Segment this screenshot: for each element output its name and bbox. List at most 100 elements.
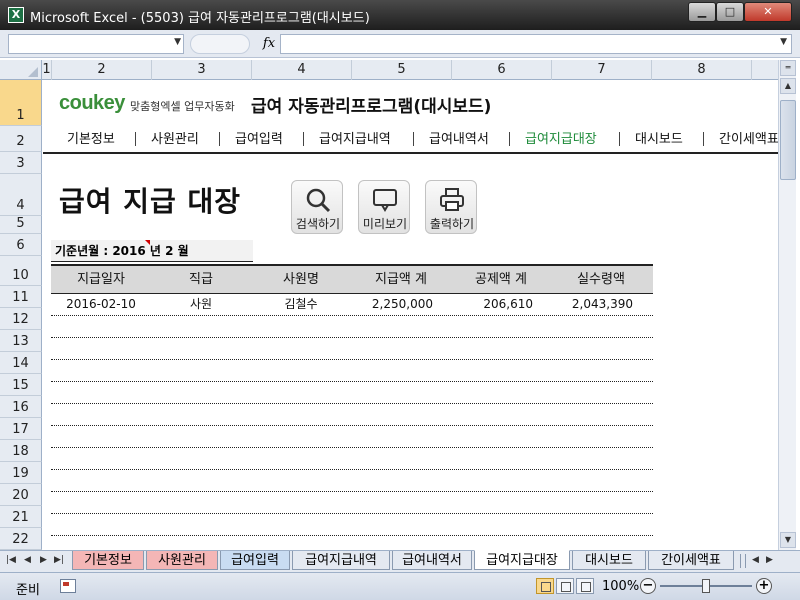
row-header[interactable]: 3 — [0, 152, 42, 174]
row-header[interactable]: 1 — [0, 80, 42, 126]
zoom-out-button[interactable]: − — [640, 578, 656, 594]
nav-item[interactable]: 급여내역서 — [429, 128, 489, 147]
row-header[interactable]: 13 — [0, 330, 42, 352]
minimize-button[interactable]: ▁ — [688, 2, 716, 22]
table-row[interactable] — [51, 470, 653, 492]
table-cell[interactable]: 사원 — [151, 294, 251, 315]
table-cell[interactable]: 2,043,390 — [551, 294, 633, 315]
hscroll-right-icon[interactable]: ▶ — [766, 555, 773, 565]
column-header[interactable]: 4 — [252, 60, 352, 80]
column-header[interactable]: 1 — [42, 60, 52, 80]
insert-function-button[interactable]: fx — [258, 34, 280, 54]
zoom-slider-thumb[interactable] — [702, 579, 710, 593]
macro-record-icon[interactable] — [60, 579, 76, 593]
table-row[interactable]: 2016-02-10 사원 김철수 2,250,000 206,610 2,043,390 — [51, 294, 653, 316]
table-row[interactable] — [51, 514, 653, 536]
table-cell[interactable]: 2,250,000 — [351, 294, 433, 315]
column-header[interactable]: 6 — [452, 60, 552, 80]
formula-bar-splitter[interactable] — [190, 34, 250, 54]
nav-item[interactable]: 급여지급내역 — [319, 128, 391, 147]
nav-item[interactable]: 급여입력 — [235, 128, 283, 147]
tab-split-handle[interactable] — [740, 554, 746, 568]
column-header[interactable]: 2 — [52, 60, 152, 80]
split-handle[interactable]: ═ — [780, 60, 796, 76]
nav-item[interactable]: 사원관리 — [151, 128, 199, 147]
table-cell[interactable]: 김철수 — [251, 294, 351, 315]
table-row[interactable] — [51, 360, 653, 382]
maximize-button[interactable]: □ — [716, 2, 744, 22]
vertical-scrollbar[interactable]: ═ ▲ ▼ — [778, 60, 796, 550]
row-header[interactable]: 15 — [0, 374, 42, 396]
excel-icon[interactable]: X — [8, 7, 24, 23]
worksheet[interactable]: coukey 맞춤형엑셀 업무자동화 급여 자동관리프로그램(대시보드) 기본정… — [43, 80, 778, 550]
hscroll-left-icon[interactable]: ◀ — [752, 555, 759, 565]
search-button-label: 검색하기 — [295, 217, 341, 231]
first-sheet-icon[interactable]: |◀ — [6, 555, 16, 565]
table-row[interactable] — [51, 404, 653, 426]
name-box[interactable]: ▼ — [8, 34, 184, 54]
table-row[interactable] — [51, 426, 653, 448]
row-header[interactable]: 20 — [0, 484, 42, 506]
row-header[interactable]: 2 — [0, 126, 42, 152]
page-break-view-button[interactable] — [576, 578, 594, 594]
zoom-level[interactable]: 100% — [602, 579, 639, 594]
nav-item[interactable]: 급여지급대장 — [525, 128, 597, 147]
zoom-in-button[interactable]: + — [756, 578, 772, 594]
table-row[interactable] — [51, 338, 653, 360]
table-cell[interactable]: 2016-02-10 — [51, 294, 151, 315]
column-header[interactable]: 5 — [352, 60, 452, 80]
row-header[interactable]: 18 — [0, 440, 42, 462]
sheet-tab[interactable]: 대시보드 — [572, 551, 646, 570]
row-header[interactable]: 10 — [0, 256, 42, 286]
preview-button[interactable]: 미리보기 — [358, 180, 410, 234]
row-header[interactable]: 22 — [0, 528, 42, 550]
normal-view-button[interactable] — [536, 578, 554, 594]
row-header[interactable]: 6 — [0, 234, 42, 256]
chevron-down-icon[interactable]: ▼ — [174, 37, 181, 47]
row-header[interactable]: 14 — [0, 352, 42, 374]
row-header[interactable]: 5 — [0, 216, 42, 234]
print-button[interactable]: 출력하기 — [425, 180, 477, 234]
scroll-up-icon[interactable]: ▲ — [780, 78, 796, 94]
comment-indicator[interactable] — [145, 240, 150, 245]
close-button[interactable]: ✕ — [744, 2, 792, 22]
row-header[interactable]: 11 — [0, 286, 42, 308]
next-sheet-icon[interactable]: ▶ — [40, 555, 47, 565]
select-all-icon — [28, 67, 38, 77]
column-header[interactable]: 8 — [652, 60, 752, 80]
sheet-tab[interactable]: 급여지급대장 — [474, 550, 570, 570]
sheet-tab[interactable]: 급여지급내역 — [292, 551, 390, 570]
sheet-tab[interactable]: 급여입력 — [220, 551, 290, 570]
table-cell[interactable]: 206,610 — [451, 294, 533, 315]
table-row[interactable] — [51, 382, 653, 404]
last-sheet-icon[interactable]: ▶| — [54, 555, 64, 565]
formula-input[interactable]: ▼ — [280, 34, 792, 54]
row-header[interactable]: 21 — [0, 506, 42, 528]
basis-month[interactable]: 기준년월 : 2016 년 2 월 — [51, 240, 253, 262]
sheet-tab[interactable]: 급여내역서 — [392, 551, 472, 570]
sheet-tab[interactable]: 사원관리 — [146, 551, 218, 570]
expand-formula-icon[interactable]: ▼ — [780, 37, 787, 47]
column-header[interactable]: 7 — [552, 60, 652, 80]
table-row[interactable] — [51, 492, 653, 514]
table-row[interactable] — [51, 448, 653, 470]
prev-sheet-icon[interactable]: ◀ — [24, 555, 31, 565]
select-all-button[interactable] — [0, 60, 42, 80]
nav-item[interactable]: 간이세액표 — [719, 128, 778, 147]
page-layout-view-button[interactable] — [556, 578, 574, 594]
row-header[interactable]: 12 — [0, 308, 42, 330]
scroll-thumb[interactable] — [780, 100, 796, 180]
nav-item[interactable]: 대시보드 — [635, 128, 683, 147]
table-row[interactable] — [51, 316, 653, 338]
column-header[interactable]: 3 — [152, 60, 252, 80]
search-button[interactable]: 검색하기 — [291, 180, 343, 234]
sheet-tab[interactable]: 기본정보 — [72, 551, 144, 570]
row-header[interactable]: 19 — [0, 462, 42, 484]
nav-item[interactable]: 기본정보 — [67, 128, 115, 147]
printer-icon — [440, 188, 464, 211]
row-header[interactable]: 17 — [0, 418, 42, 440]
row-header[interactable]: 16 — [0, 396, 42, 418]
row-header[interactable]: 4 — [0, 174, 42, 216]
sheet-tab[interactable]: 간이세액표 — [648, 551, 734, 570]
scroll-down-icon[interactable]: ▼ — [780, 532, 796, 548]
